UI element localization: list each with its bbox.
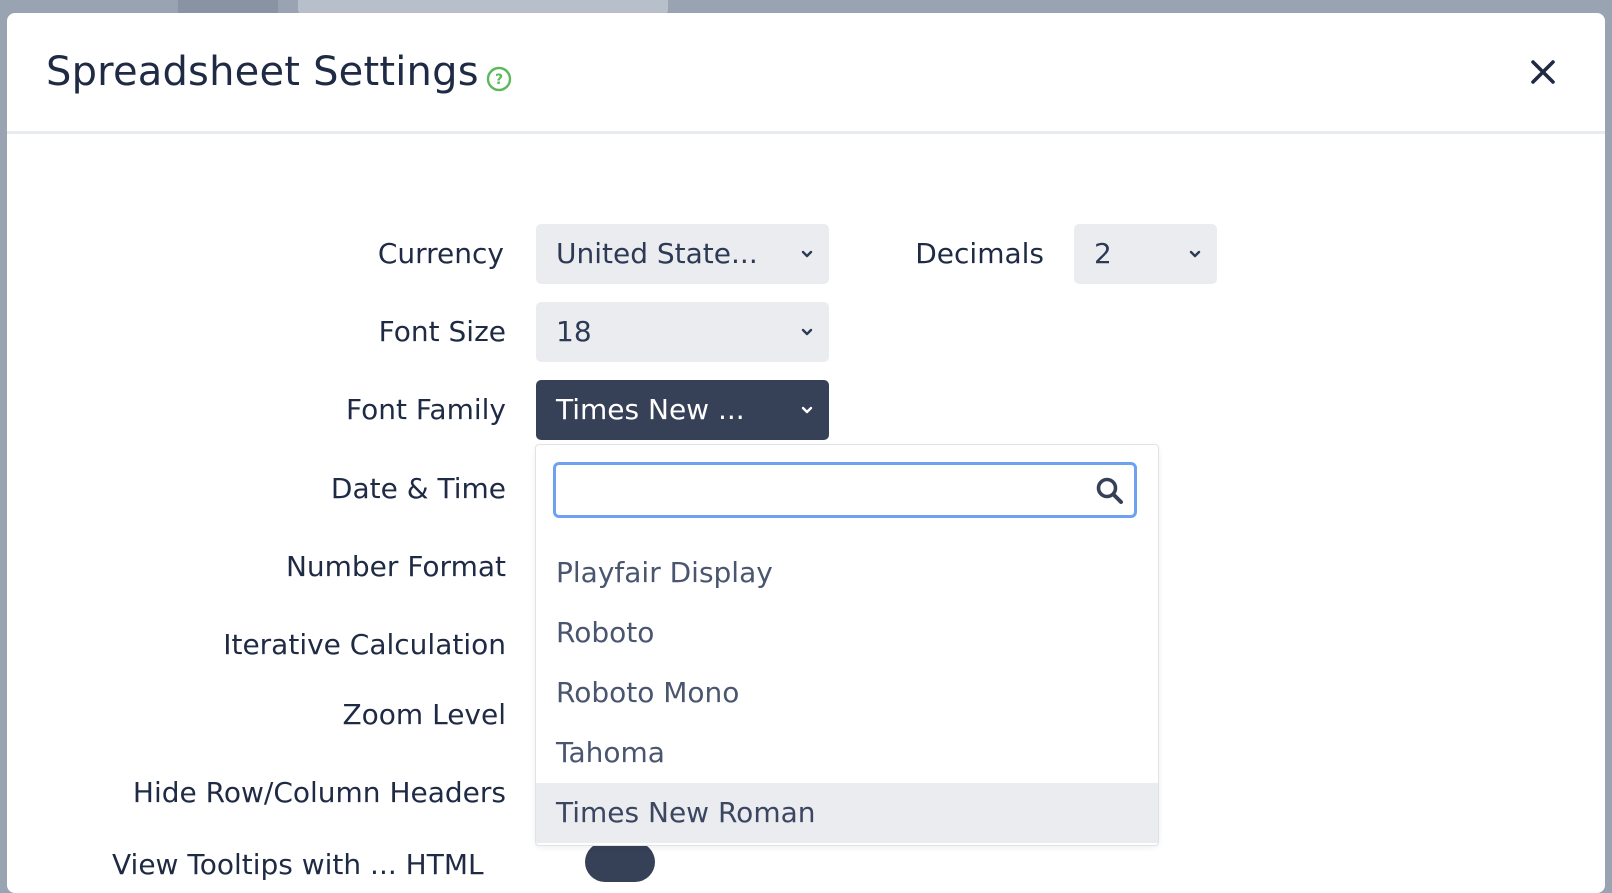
dropdown-option[interactable]: Roboto Mono — [536, 663, 1158, 723]
chevron-down-icon — [1189, 250, 1201, 258]
font-size-label: Font Size — [378, 315, 506, 348]
font-family-select[interactable]: Times New ... — [536, 380, 829, 440]
svg-text:?: ? — [495, 72, 503, 88]
decimals-value: 2 — [1094, 237, 1112, 270]
search-icon — [1096, 477, 1123, 504]
font-size-select[interactable]: 18 — [536, 302, 829, 362]
question-circle-icon[interactable]: ? — [486, 66, 512, 92]
zoom-level-label: Zoom Level — [342, 698, 506, 731]
search-input[interactable] — [566, 473, 1090, 509]
dropdown-option-selected[interactable]: Times New Roman — [536, 783, 1158, 843]
chevron-down-icon — [801, 406, 813, 414]
currency-label: Currency — [377, 237, 504, 270]
toggle-switch[interactable] — [585, 842, 655, 882]
font-size-value: 18 — [556, 315, 592, 348]
search-field[interactable] — [553, 462, 1137, 518]
dropdown-option[interactable]: Tahoma — [536, 723, 1158, 783]
hide-headers-label: Hide Row/Column Headers — [132, 776, 506, 809]
dropdown-option[interactable]: Playfair Display — [536, 543, 1158, 603]
font-family-label: Font Family — [346, 393, 506, 426]
iterative-calculation-label: Iterative Calculation — [223, 628, 506, 661]
decimals-select[interactable]: 2 — [1074, 224, 1217, 284]
background-tab — [298, 0, 668, 14]
close-icon[interactable] — [1526, 55, 1560, 89]
background-tab — [178, 0, 278, 14]
dropdown-option[interactable]: Roboto — [536, 603, 1158, 663]
modal-header: Spreadsheet Settings ? — [7, 13, 1605, 134]
modal-title: Spreadsheet Settings — [46, 49, 479, 95]
chevron-down-icon — [801, 328, 813, 336]
number-format-label: Number Format — [285, 550, 506, 583]
date-time-label: Date & Time — [330, 472, 506, 505]
decimals-label: Decimals — [915, 237, 1044, 270]
font-family-dropdown: Playfair Display Roboto Roboto Mono Taho… — [535, 444, 1159, 846]
tooltips-label: View Tooltips with ... HTML — [112, 848, 484, 881]
font-family-value: Times New ... — [556, 393, 745, 426]
